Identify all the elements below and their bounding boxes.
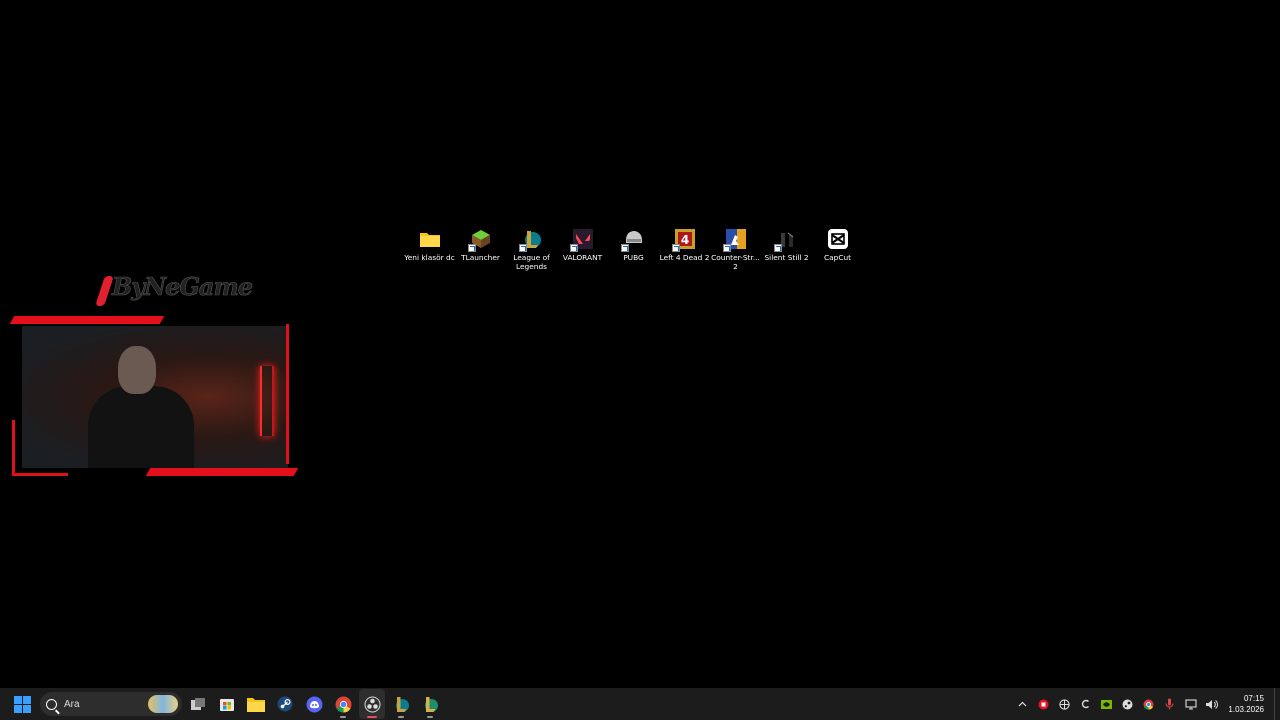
tray-app-c[interactable] (1075, 688, 1096, 720)
desktop-icon-label: TLauncher (461, 253, 500, 262)
taskbar-league-client[interactable] (388, 689, 414, 719)
league-icon (395, 696, 409, 712)
microphone-icon (1165, 698, 1174, 710)
desktop-icon-label: Counter-Str... 2 (711, 253, 760, 271)
taskbar-clock[interactable]: 07:15 1.03.2026 (1228, 693, 1264, 715)
system-tray: 07:15 1.03.2026 (1012, 688, 1280, 720)
store-icon (220, 699, 234, 711)
webcam-video (22, 326, 288, 468)
frame-bottom (145, 468, 299, 476)
taskbar-search[interactable]: Ara (40, 692, 182, 716)
obs-icon (364, 696, 380, 712)
tray-volume[interactable] (1201, 688, 1222, 720)
running-indicator (427, 716, 433, 718)
left4dead2-icon: 4 (671, 228, 696, 252)
show-hidden-icons-button[interactable] (1012, 688, 1033, 720)
tray-chrome[interactable] (1138, 688, 1159, 720)
capcut-icon (827, 228, 849, 250)
tray-steam[interactable] (1117, 688, 1138, 720)
clock-time: 07:15 (1243, 694, 1264, 703)
taskbar-task-view[interactable] (185, 689, 211, 719)
frame-right (286, 324, 289, 464)
chevron-up-icon (1018, 701, 1027, 707)
taskbar: Ara 07:15 1.03.2026 (0, 688, 1280, 720)
desktop-icon-label: PUBG (623, 253, 644, 262)
speaker-icon (1206, 699, 1219, 709)
taskbar-steam[interactable] (272, 689, 298, 719)
tray-microphone[interactable] (1159, 688, 1180, 720)
folder-icon (247, 697, 265, 712)
taskbar-league-client-2[interactable] (417, 689, 443, 719)
running-indicator (398, 716, 404, 718)
webcam-overlay: ByNeGame (9, 270, 299, 480)
desktop-icon-label: Silent Still 2 (764, 253, 809, 262)
taskbar-obs[interactable] (359, 689, 385, 719)
desktop-icon-label: League of Legends (513, 253, 550, 271)
record-icon (1038, 699, 1049, 709)
running-indicator (340, 716, 346, 718)
search-icon (46, 698, 57, 710)
counter-strike-icon (722, 228, 747, 252)
valorant-icon (569, 228, 594, 252)
frame-top (9, 316, 165, 324)
desktop-icon-tlauncher[interactable]: TLauncher (455, 228, 506, 271)
taskbar-discord[interactable] (301, 689, 327, 719)
desktop-icon-label: VALORANT (562, 253, 603, 262)
brand-logo: ByNeGame (112, 272, 254, 302)
folder-icon (419, 228, 441, 250)
desktop-icon-silent-still[interactable]: Silent Still 2 (761, 228, 812, 271)
tray-display[interactable] (1180, 688, 1201, 720)
search-highlight-image (148, 695, 178, 713)
desktop-icon-label: Yeni klasör dc (404, 253, 455, 262)
league-icon (424, 696, 438, 712)
discord-icon (306, 696, 322, 712)
monitor-icon (1185, 698, 1197, 709)
league-of-legends-icon (518, 228, 543, 252)
steam-icon (277, 696, 293, 712)
search-placeholder: Ara (64, 698, 80, 710)
tray-record-indicator[interactable] (1033, 688, 1054, 720)
frame-left (12, 420, 15, 476)
svg-text:4: 4 (680, 233, 688, 247)
desktop-icon-yeni-klasor[interactable]: Yeni klasör dc (404, 228, 455, 271)
desktop-icon-label: CapCut (823, 253, 852, 262)
streamer-body (88, 386, 194, 468)
streamer-head (118, 346, 156, 394)
silent-still-icon (773, 228, 798, 252)
running-indicator (367, 716, 377, 718)
desktop-icon-pubg[interactable]: PUBG (608, 228, 659, 271)
clock-date: 1.03.2026 (1228, 705, 1264, 714)
c-logo-icon (1081, 699, 1089, 709)
chrome-icon (335, 696, 351, 713)
desktop-icon-capcut[interactable]: CapCut (812, 228, 863, 271)
pubg-icon (620, 228, 645, 252)
task-view-icon (191, 698, 205, 710)
pc-case-lights (260, 366, 274, 436)
desktop-icon-label: Left 4 Dead 2 (659, 253, 710, 262)
taskbar-file-explorer[interactable] (243, 689, 269, 719)
windows-logo-icon (13, 695, 22, 704)
desktop-icon-counter-strike[interactable]: Counter-Str... 2 (710, 228, 761, 271)
tray-network-globe[interactable] (1054, 688, 1075, 720)
show-desktop-button[interactable] (1274, 688, 1280, 720)
globe-icon (1059, 698, 1071, 710)
desktop-icon-left4dead2[interactable]: 4 Left 4 Dead 2 (659, 228, 710, 271)
taskbar-chrome[interactable] (330, 689, 356, 719)
steam-icon (1122, 699, 1133, 709)
chrome-icon (1143, 699, 1154, 710)
tray-nvidia[interactable] (1096, 688, 1117, 720)
start-button[interactable] (10, 692, 34, 716)
desktop-icon-valorant[interactable]: VALORANT (557, 228, 608, 271)
nvidia-icon (1101, 699, 1113, 709)
frame-bottom-left (12, 473, 68, 476)
desktop-icons: Yeni klasör dc TLauncher League of Legen… (404, 228, 863, 271)
taskbar-microsoft-store[interactable] (214, 689, 240, 719)
desktop-icon-league-of-legends[interactable]: League of Legends (506, 228, 557, 271)
tlauncher-icon (467, 228, 492, 252)
